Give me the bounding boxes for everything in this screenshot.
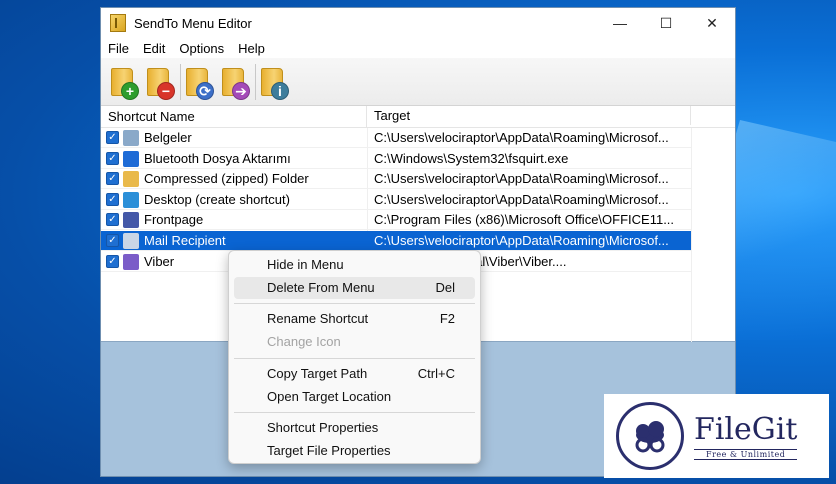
add-shortcut-button[interactable]: + [107, 62, 143, 102]
list-row[interactable]: ✓ Bluetooth Dosya Aktarımı C:\Windows\Syst… [101, 149, 691, 169]
row-shortcut-name: Viber [144, 253, 175, 269]
menu-options[interactable]: Options [172, 41, 231, 56]
menu-item-label: Target File Properties [267, 442, 391, 458]
list-header: Shortcut Name Target [101, 106, 735, 128]
watermark-name: FileGit [694, 411, 798, 447]
send-folder-icon: ➔ [232, 81, 250, 100]
menu-help[interactable]: Help [231, 41, 272, 56]
row-checkbox[interactable]: ✓ [106, 151, 119, 165]
frontpage-icon [123, 212, 139, 229]
row-target: C:\Users\velociraptor\AppData\Roaming\Mi… [374, 191, 669, 207]
row-checkbox[interactable]: ✓ [106, 213, 119, 227]
minimize-button[interactable]: — [597, 8, 643, 38]
row-shortcut-name: Mail Recipient [144, 233, 226, 248]
menu-separator [234, 412, 475, 414]
document-icon [123, 130, 139, 146]
menu-item-shortcut-properties[interactable]: Shortcut Properties [234, 417, 475, 439]
mail-icon [123, 233, 139, 249]
row-checkbox[interactable]: ✓ [106, 234, 119, 247]
column-header-shortcut-name[interactable]: Shortcut Name [101, 106, 367, 128]
add-folder-icon: + [121, 81, 139, 100]
menu-item-label: Hide in Menu [267, 257, 344, 272]
row-shortcut-name: Compressed (zipped) Folder [144, 171, 309, 187]
row-checkbox[interactable]: ✓ [106, 172, 119, 186]
menu-item-label: Delete From Menu [267, 279, 375, 295]
menu-item-shortcut: Del [435, 279, 455, 295]
row-checkbox[interactable]: ✓ [106, 192, 119, 206]
row-checkbox[interactable]: ✓ [106, 131, 119, 144]
row-target: C:\Program Files (x86)\Microsoft Office\… [374, 212, 675, 228]
toolbar-separator [255, 63, 256, 100]
viber-icon [123, 253, 139, 270]
row-target: C:\Users\velociraptor\AppData\Roaming\Mi… [374, 130, 669, 145]
menu-item-delete-from-menu[interactable]: Delete From Menu Del [234, 276, 475, 299]
menu-item-shortcut: Ctrl+C [417, 365, 455, 381]
zip-folder-icon [123, 171, 139, 188]
menu-item-copy-target-path[interactable]: Copy Target Path Ctrl+C [234, 363, 475, 385]
maximize-button[interactable]: ☐ [643, 8, 689, 38]
row-target: C:\Windows\System32\fsquirt.exe [374, 150, 569, 166]
column-divider [691, 128, 692, 342]
refresh-button[interactable]: ⟳ [182, 62, 218, 102]
menu-file[interactable]: File [101, 41, 136, 56]
menu-item-label: Open Target Location [267, 388, 392, 404]
row-shortcut-name: Bluetooth Dosya Aktarımı [144, 150, 291, 166]
info-folder-icon: i [271, 81, 289, 100]
menu-item-open-target-location[interactable]: Open Target Location [234, 386, 475, 408]
list-row[interactable]: ✓ Belgeler C:\Users\velociraptor\AppData\R… [101, 128, 691, 148]
filegit-logo-icon [616, 402, 684, 470]
menu-item-target-file-properties[interactable]: Target File Properties [234, 440, 475, 462]
menu-item-hide-in-menu[interactable]: Hide in Menu [234, 254, 475, 276]
row-target: C:\Users\velociraptor\AppData\Roaming\Mi… [374, 171, 669, 187]
list-row[interactable]: ✓ Frontpage C:\Program Files (x86)\Microso… [101, 210, 691, 231]
list-row[interactable]: ✓ Mail Recipient C:\Users\velociraptor\App… [101, 231, 691, 251]
row-target: C:\Users\velociraptor\AppData\Roaming\Mi… [367, 231, 691, 250]
send-to-button[interactable]: ➔ [218, 62, 254, 102]
row-shortcut-name: Belgeler [144, 130, 192, 145]
context-menu: Hide in Menu Delete From Menu Del Rename Sh… [228, 250, 481, 464]
menu-item-shortcut: F2 [439, 311, 455, 327]
info-button[interactable]: i [257, 62, 293, 102]
filegit-watermark: FileGit Free & Unlimited [604, 394, 829, 478]
bluetooth-icon [123, 150, 139, 167]
list-row[interactable]: ✓ Compressed (zipped) Folder C:\Users\velo… [101, 169, 691, 190]
app-icon [110, 14, 126, 32]
menu-separator [234, 357, 475, 359]
menu-item-label: Shortcut Properties [267, 420, 379, 436]
window-title: SendTo Menu Editor [134, 15, 252, 31]
menu-bar: File Edit Options Help [101, 38, 735, 58]
column-header-target[interactable]: Target [367, 106, 691, 125]
menu-item-change-icon: Change Icon [234, 331, 475, 353]
menu-item-label: Change Icon [267, 334, 341, 350]
toolbar-separator [180, 63, 181, 100]
row-checkbox[interactable]: ✓ [106, 254, 119, 268]
menu-item-rename-shortcut[interactable]: Rename Shortcut F2 [234, 308, 475, 330]
remove-folder-icon: − [157, 81, 175, 100]
toolbar: + − ⟳ ➔ i [101, 58, 735, 106]
menu-item-label: Copy Target Path [267, 365, 368, 381]
row-shortcut-name: Desktop (create shortcut) [144, 191, 290, 207]
menu-separator [234, 303, 475, 305]
refresh-folder-icon: ⟳ [196, 81, 214, 100]
list-row[interactable]: ✓ Desktop (create shortcut) C:\Users\veloc… [101, 190, 691, 210]
menu-item-label: Rename Shortcut [267, 311, 369, 327]
watermark-tagline: Free & Unlimited [694, 448, 798, 460]
desktop-icon [123, 191, 139, 208]
close-button[interactable]: ✕ [689, 8, 735, 38]
remove-shortcut-button[interactable]: − [143, 62, 179, 102]
menu-edit[interactable]: Edit [136, 41, 172, 56]
title-bar[interactable]: SendTo Menu Editor — ☐ ✕ [101, 8, 735, 38]
row-shortcut-name: Frontpage [144, 212, 204, 228]
